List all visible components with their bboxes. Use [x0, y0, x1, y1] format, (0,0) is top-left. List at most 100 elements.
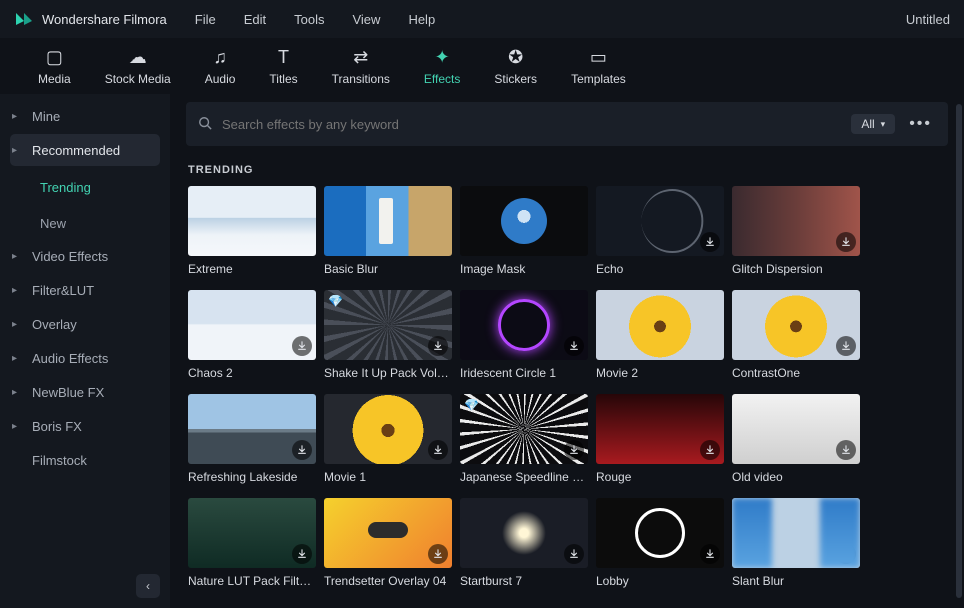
- effect-card[interactable]: Movie 1: [324, 394, 452, 484]
- effect-thumbnail[interactable]: [596, 186, 724, 256]
- effect-thumbnail[interactable]: [596, 498, 724, 568]
- sidebar-item-audio-effects[interactable]: ▸Audio Effects: [10, 342, 160, 374]
- download-icon[interactable]: [292, 440, 312, 460]
- chevron-left-icon: ‹: [146, 579, 150, 593]
- tab-templates[interactable]: ▭Templates: [571, 46, 626, 86]
- effect-thumbnail[interactable]: [188, 394, 316, 464]
- more-button[interactable]: •••: [905, 115, 936, 133]
- music-note-icon: ♫: [209, 46, 231, 68]
- effect-thumbnail[interactable]: 💎: [460, 394, 588, 464]
- download-icon[interactable]: [428, 336, 448, 356]
- effect-name: Lobby: [596, 574, 724, 588]
- swap-icon: ⇄: [350, 46, 372, 68]
- download-icon[interactable]: [836, 232, 856, 252]
- download-icon[interactable]: [428, 544, 448, 564]
- effect-card[interactable]: Lobby: [596, 498, 724, 588]
- effect-card[interactable]: Extreme: [188, 186, 316, 276]
- download-icon[interactable]: [836, 440, 856, 460]
- menu-view[interactable]: View: [352, 12, 380, 27]
- effect-thumbnail[interactable]: [324, 394, 452, 464]
- tab-titles[interactable]: TTitles: [269, 46, 297, 86]
- effect-card[interactable]: Nature LUT Pack Filter…: [188, 498, 316, 588]
- effect-card[interactable]: ContrastOne: [732, 290, 860, 380]
- sidebar-item-recommended[interactable]: ▸Recommended: [10, 134, 160, 166]
- chevron-right-icon: ▸: [12, 111, 22, 122]
- sidebar-item-overlay[interactable]: ▸Overlay: [10, 308, 160, 340]
- effect-thumbnail[interactable]: [596, 290, 724, 360]
- search-input[interactable]: [222, 117, 841, 132]
- sidebar-item-filter-lut[interactable]: ▸Filter&LUT: [10, 274, 160, 306]
- effect-card[interactable]: Slant Blur: [732, 498, 860, 588]
- sidebar-subitem-trending[interactable]: Trending: [10, 172, 160, 202]
- effect-thumbnail[interactable]: [732, 186, 860, 256]
- download-icon[interactable]: [700, 440, 720, 460]
- effect-card[interactable]: Image Mask: [460, 186, 588, 276]
- menu-tools[interactable]: Tools: [294, 12, 324, 27]
- download-icon[interactable]: [428, 440, 448, 460]
- menu-file[interactable]: File: [195, 12, 216, 27]
- effect-card[interactable]: Trendsetter Overlay 04: [324, 498, 452, 588]
- tab-stickers[interactable]: ✪Stickers: [494, 46, 537, 86]
- effect-thumbnail[interactable]: [188, 186, 316, 256]
- effect-thumbnail[interactable]: [732, 498, 860, 568]
- tab-effects[interactable]: ✦Effects: [424, 46, 460, 86]
- effect-thumbnail[interactable]: [460, 290, 588, 360]
- effect-name: Rouge: [596, 470, 724, 484]
- effect-card[interactable]: 💎 Japanese Speedline Pa…: [460, 394, 588, 484]
- sidebar-item-boris-fx[interactable]: ▸Boris FX: [10, 410, 160, 442]
- ellipsis-icon: •••: [909, 115, 932, 132]
- effect-card[interactable]: Startburst 7: [460, 498, 588, 588]
- chevron-right-icon: ▸: [12, 421, 22, 432]
- download-icon[interactable]: [700, 232, 720, 252]
- sidebar-item-video-effects[interactable]: ▸Video Effects: [10, 240, 160, 272]
- effect-name: Old video: [732, 470, 860, 484]
- effect-thumbnail[interactable]: [324, 186, 452, 256]
- effect-card[interactable]: Movie 2: [596, 290, 724, 380]
- effect-thumbnail[interactable]: [188, 498, 316, 568]
- effect-card[interactable]: Rouge: [596, 394, 724, 484]
- effect-thumbnail[interactable]: [460, 186, 588, 256]
- effect-thumbnail[interactable]: [596, 394, 724, 464]
- effect-card[interactable]: Chaos 2: [188, 290, 316, 380]
- effect-card[interactable]: Echo: [596, 186, 724, 276]
- filter-dropdown[interactable]: All ▾: [851, 114, 895, 134]
- download-icon[interactable]: [564, 544, 584, 564]
- effects-grid-wrap[interactable]: ExtremeBasic BlurImage Mask Echo Glitch Di…: [170, 186, 964, 608]
- tab-audio[interactable]: ♫Audio: [205, 46, 236, 86]
- scrollbar[interactable]: [956, 104, 962, 598]
- chevron-right-icon: ▸: [12, 145, 22, 156]
- effect-thumbnail[interactable]: [460, 498, 588, 568]
- titlebar: Wondershare Filmora File Edit Tools View…: [0, 0, 964, 38]
- effect-thumbnail[interactable]: [324, 498, 452, 568]
- download-icon[interactable]: [292, 336, 312, 356]
- tab-media[interactable]: ▢Media: [38, 46, 71, 86]
- effect-card[interactable]: 💎Shake It Up Pack Vol2 …: [324, 290, 452, 380]
- effect-thumbnail[interactable]: 💎: [324, 290, 452, 360]
- effect-card[interactable]: Old video: [732, 394, 860, 484]
- sidebar-subitem-new[interactable]: New: [10, 208, 160, 238]
- premium-gem-icon: 💎: [464, 398, 479, 412]
- effect-thumbnail[interactable]: [732, 290, 860, 360]
- effect-name: Japanese Speedline Pa…: [460, 470, 588, 484]
- sidebar-item-filmstock[interactable]: Filmstock: [10, 444, 160, 476]
- sidebar-collapse-button[interactable]: ‹: [136, 574, 160, 598]
- sidebar-item-newblue-fx[interactable]: ▸NewBlue FX: [10, 376, 160, 408]
- download-icon[interactable]: [836, 544, 856, 564]
- effect-name: Echo: [596, 262, 724, 276]
- download-icon[interactable]: [700, 544, 720, 564]
- download-icon[interactable]: [564, 440, 584, 460]
- tab-stock-media[interactable]: ☁Stock Media: [105, 46, 171, 86]
- effect-thumbnail[interactable]: [732, 394, 860, 464]
- effect-card[interactable]: Basic Blur: [324, 186, 452, 276]
- download-icon[interactable]: [292, 544, 312, 564]
- effect-card[interactable]: Glitch Dispersion: [732, 186, 860, 276]
- effect-card[interactable]: Refreshing Lakeside: [188, 394, 316, 484]
- menu-help[interactable]: Help: [408, 12, 435, 27]
- tab-transitions[interactable]: ⇄Transitions: [332, 46, 390, 86]
- download-icon[interactable]: [564, 336, 584, 356]
- download-icon[interactable]: [836, 336, 856, 356]
- effect-thumbnail[interactable]: [188, 290, 316, 360]
- effect-card[interactable]: Iridescent Circle 1: [460, 290, 588, 380]
- menu-edit[interactable]: Edit: [244, 12, 266, 27]
- sidebar-item-mine[interactable]: ▸Mine: [10, 100, 160, 132]
